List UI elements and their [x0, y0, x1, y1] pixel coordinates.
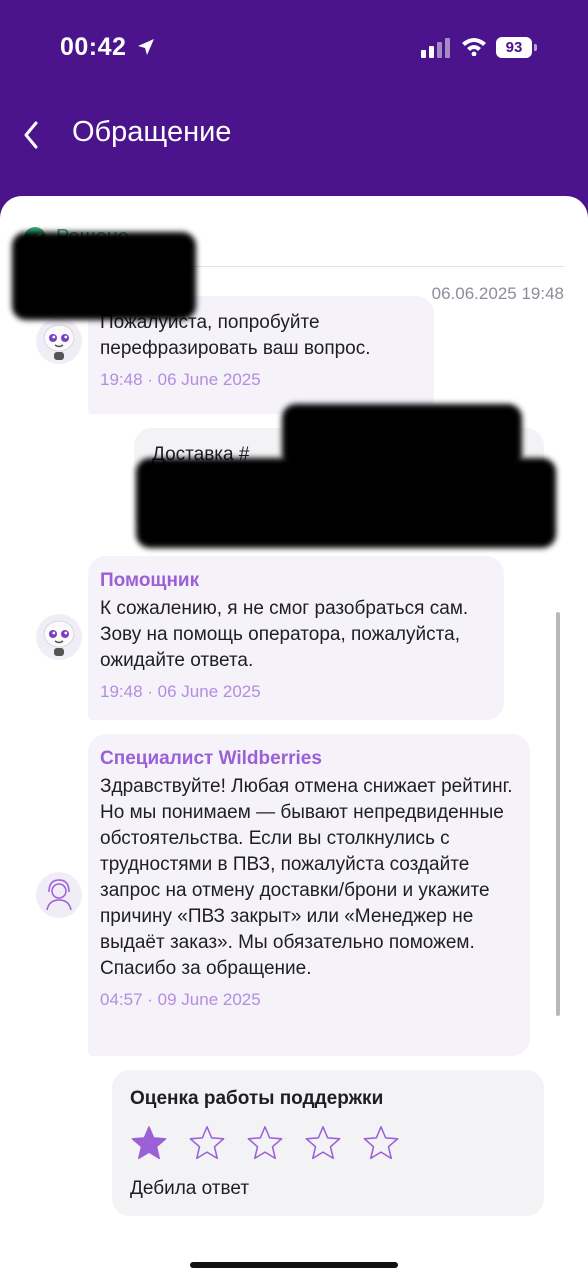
battery-indicator: 93	[496, 37, 532, 58]
message-time: 19:48 · 06 June 2025	[100, 370, 261, 389]
message-text: К сожалению, я не смог разобраться сам. …	[100, 598, 469, 671]
star-empty-icon[interactable]	[188, 1124, 226, 1162]
bot-avatar-icon	[36, 318, 82, 364]
scrollbar[interactable]	[556, 612, 560, 1016]
rating-comment: Дебила ответ	[130, 1178, 250, 1199]
bot-avatar-icon	[36, 614, 82, 660]
star-filled-icon[interactable]	[130, 1124, 168, 1162]
message-agent: Специалист Wildberries Здравствуйте! Люб…	[88, 734, 530, 1056]
back-chevron-icon[interactable]	[18, 117, 46, 153]
message-time: 04:57 · 09 June 2025	[100, 990, 261, 1009]
battery-tip	[534, 44, 537, 51]
message-bot-2: Помощник К сожалению, я не смог разобрат…	[88, 556, 504, 720]
message-sender: Помощник	[100, 570, 200, 591]
home-indicator	[190, 1262, 398, 1268]
status-time: 00:42	[60, 33, 127, 61]
star-empty-icon[interactable]	[304, 1124, 342, 1162]
star-empty-icon[interactable]	[362, 1124, 400, 1162]
page-title: Обращение	[72, 116, 232, 148]
status-bar: 00:42 93	[0, 0, 588, 96]
location-arrow-icon	[138, 39, 154, 55]
cellular-signal-icon	[421, 38, 450, 58]
wifi-icon	[462, 38, 486, 56]
message-text: Здравствуйте! Любая отмена снижает рейти…	[100, 776, 513, 979]
rating-card: Оценка работы поддержки Дебила ответ	[112, 1070, 544, 1216]
rating-stars	[130, 1124, 400, 1162]
redaction-overlay	[12, 232, 196, 320]
ticket-sheet: Решено ID 705136 06.06.2025 19:48 Пожалу…	[0, 196, 588, 1280]
support-agent-avatar-icon	[36, 872, 82, 918]
ticket-date: 06.06.2025 19:48	[431, 284, 564, 303]
message-sender: Специалист Wildberries	[100, 748, 322, 769]
redaction-overlay	[136, 458, 556, 548]
star-empty-icon[interactable]	[246, 1124, 284, 1162]
rating-title: Оценка работы поддержки	[130, 1088, 384, 1109]
message-time: 19:48 · 06 June 2025	[100, 682, 261, 701]
